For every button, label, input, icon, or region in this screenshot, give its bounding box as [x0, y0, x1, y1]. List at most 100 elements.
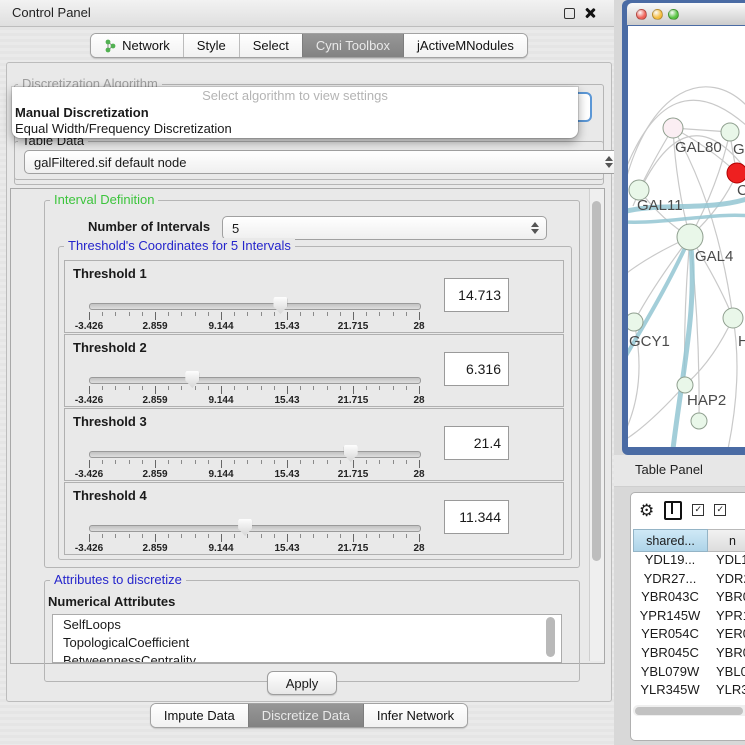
threshold-value-field[interactable]: 21.4 — [444, 426, 509, 460]
mode-tab-impute-data[interactable]: Impute Data — [151, 704, 248, 727]
tick-mark — [287, 386, 288, 394]
checkbox-checked-icon[interactable]: ✓ — [692, 504, 704, 516]
tick-mark — [195, 460, 196, 464]
number-of-intervals-combo[interactable]: 5 — [222, 216, 547, 240]
column-header-shared-name[interactable]: shared... — [633, 529, 708, 552]
numerical-attributes-label: Numerical Attributes — [48, 594, 175, 609]
network-node[interactable] — [691, 413, 707, 429]
algorithm-option[interactable]: Equal Width/Frequency Discretization — [15, 121, 575, 137]
node-label: HAP2 — [687, 392, 726, 409]
table-horizontal-scrollbar[interactable] — [633, 705, 745, 716]
algorithm-option[interactable]: Manual Discretization — [15, 105, 575, 121]
table-row[interactable]: YDL19...YDL1 — [633, 552, 745, 571]
tick-mark — [379, 386, 380, 390]
tick-mark — [261, 386, 262, 390]
cell-name: YDR2 — [707, 571, 745, 590]
table-row[interactable]: YDR27...YDR2 — [633, 571, 745, 590]
tick-mark — [208, 534, 209, 538]
toolbox-tab-network[interactable]: Network — [91, 34, 183, 57]
slider-tick-labels: -3.4262.8599.14415.4321.71528 — [89, 395, 419, 406]
tick-label: 21.715 — [338, 543, 369, 554]
toolbox-tab-cyni-toolbox[interactable]: Cyni Toolbox — [302, 34, 403, 57]
table-row[interactable]: YBR043CYBR0 — [633, 589, 745, 608]
tick-label: -3.426 — [75, 321, 103, 332]
network-node-g[interactable] — [721, 123, 739, 141]
checkbox-checked-icon[interactable]: ✓ — [714, 504, 726, 516]
tick-label: 9.144 — [208, 543, 233, 554]
cell-shared-name: YDL19... — [633, 552, 707, 571]
table-panel-title: Table Panel — [635, 462, 703, 477]
attribute-list-item[interactable]: BetweennessCentrality — [53, 651, 561, 663]
toolbox-tab-select[interactable]: Select — [239, 34, 302, 57]
numerical-attributes-list[interactable]: SelfLoopsTopologicalCoefficientBetweenne… — [52, 614, 562, 663]
node-label: GCY1 — [629, 333, 670, 350]
tick-label: 15.43 — [274, 543, 299, 554]
table-row[interactable]: YIL052CYIL0 — [633, 701, 745, 703]
traffic-minimize-icon[interactable] — [652, 9, 663, 20]
network-edge[interactable] — [639, 128, 673, 190]
column-header-name[interactable]: n — [708, 529, 745, 552]
network-edge[interactable] — [685, 318, 733, 385]
mode-tab-label: Discretize Data — [262, 708, 350, 723]
tick-mark — [247, 386, 248, 390]
toolbox-tab-style[interactable]: Style — [183, 34, 239, 57]
split-view-icon[interactable] — [664, 501, 682, 520]
tick-label: -3.426 — [75, 543, 103, 554]
tick-label: 9.144 — [208, 469, 233, 480]
tick-mark — [406, 534, 407, 538]
network-canvas[interactable]: GAL80GCGAL11GAL4GCY1HHAP2 — [628, 26, 745, 447]
tick-mark — [102, 460, 103, 464]
table-panel-header: Table Panel — [614, 455, 745, 487]
threshold-slider[interactable] — [89, 451, 421, 458]
network-node-c[interactable] — [727, 163, 745, 183]
table-row[interactable]: YLR345WYLR3 — [633, 682, 745, 701]
threshold-slider[interactable] — [89, 525, 421, 532]
network-edge[interactable] — [634, 237, 690, 322]
network-node-gal80[interactable] — [663, 118, 683, 138]
tick-label: -3.426 — [75, 395, 103, 406]
cell-shared-name: YBL079W — [633, 664, 707, 683]
tick-mark — [379, 460, 380, 464]
tick-mark — [353, 312, 354, 320]
cell-shared-name: YBR043C — [633, 589, 707, 608]
number-of-intervals-value: 5 — [232, 221, 239, 236]
table-row[interactable]: YBR045CYBR0 — [633, 645, 745, 664]
tick-mark — [89, 386, 90, 394]
toolbox-tab-jactivemnodules[interactable]: jActiveMNodules — [403, 34, 527, 57]
tick-mark — [115, 460, 116, 464]
mode-tab-infer-network[interactable]: Infer Network — [363, 704, 467, 727]
attribute-list-item[interactable]: SelfLoops — [53, 615, 561, 633]
network-window-titlebar[interactable] — [627, 3, 745, 25]
traffic-zoom-icon[interactable] — [668, 9, 679, 20]
network-edge[interactable] — [728, 318, 737, 447]
traffic-close-icon[interactable] — [636, 9, 647, 20]
network-node-hap2[interactable] — [677, 377, 693, 393]
table-row[interactable]: YPR145WYPR1 — [633, 608, 745, 627]
network-node-h[interactable] — [723, 308, 743, 328]
table-row[interactable]: YER054CYER0 — [633, 626, 745, 645]
tick-mark — [300, 312, 301, 316]
tick-label: 28 — [413, 469, 424, 480]
gear-icon[interactable]: ⚙ — [639, 502, 654, 519]
threshold-value-field[interactable]: 14.713 — [444, 278, 509, 312]
float-panel-icon[interactable] — [564, 8, 575, 19]
mode-tab-discretize-data[interactable]: Discretize Data — [248, 704, 363, 727]
apply-button[interactable]: Apply — [267, 671, 337, 695]
threshold-slider[interactable] — [89, 303, 421, 310]
threshold-value-field[interactable]: 11.344 — [444, 500, 509, 534]
network-node-gal4[interactable] — [677, 224, 703, 250]
table-data-combo[interactable]: galFiltered.sif default node — [24, 150, 621, 174]
table-row[interactable]: YBL079WYBL0 — [633, 664, 745, 683]
settings-vertical-scrollbar[interactable] — [589, 189, 604, 661]
close-panel-icon[interactable] — [584, 7, 596, 19]
network-node-gcy1[interactable] — [628, 313, 643, 331]
scrollbar-thumb[interactable] — [635, 707, 743, 715]
threshold-value-field[interactable]: 6.316 — [444, 352, 509, 386]
attribute-list-item[interactable]: TopologicalCoefficient — [53, 633, 561, 651]
scrollbar-thumb[interactable] — [592, 201, 601, 561]
cell-name: YBR0 — [707, 589, 745, 608]
slider-tick-labels: -3.4262.8599.14415.4321.71528 — [89, 543, 419, 554]
threshold-slider[interactable] — [89, 377, 421, 384]
tick-label: 21.715 — [338, 321, 369, 332]
attributes-list-scrollbar[interactable] — [546, 617, 555, 657]
